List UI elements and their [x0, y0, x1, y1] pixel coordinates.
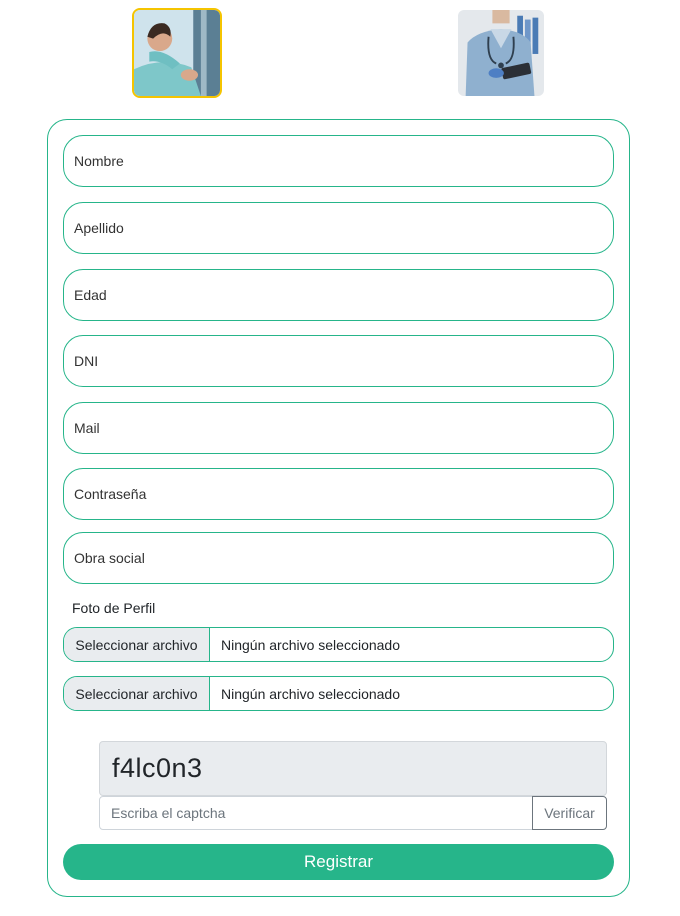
file-status-2: Ningún archivo seleccionado: [221, 685, 400, 702]
captcha-code: f4lc0n3: [99, 741, 607, 796]
edad-field[interactable]: [63, 269, 614, 321]
file-input-2[interactable]: Seleccionar archivo Ningún archivo selec…: [63, 676, 614, 711]
apellido-field[interactable]: [63, 202, 614, 254]
file-input-1[interactable]: Seleccionar archivo Ningún archivo selec…: [63, 627, 614, 662]
password-field[interactable]: [63, 468, 614, 520]
choose-file-button-1[interactable]: Seleccionar archivo: [64, 628, 210, 661]
patient-photo-icon: [134, 10, 220, 96]
file-status-1: Ningún archivo seleccionado: [221, 636, 400, 653]
profile-photo-label: Foto de Perfil: [72, 600, 156, 616]
verify-button[interactable]: Verificar: [532, 796, 607, 830]
captcha-input[interactable]: [99, 796, 533, 830]
doctor-role-image[interactable]: [456, 8, 546, 98]
dni-field[interactable]: [63, 335, 614, 387]
obra-social-field[interactable]: [63, 532, 614, 584]
patient-role-image[interactable]: [132, 8, 222, 98]
nombre-field[interactable]: [63, 135, 614, 187]
doctor-photo-icon: [458, 10, 544, 96]
mail-field[interactable]: [63, 402, 614, 454]
choose-file-button-2[interactable]: Seleccionar archivo: [64, 677, 210, 710]
register-button[interactable]: Registrar: [63, 844, 614, 880]
